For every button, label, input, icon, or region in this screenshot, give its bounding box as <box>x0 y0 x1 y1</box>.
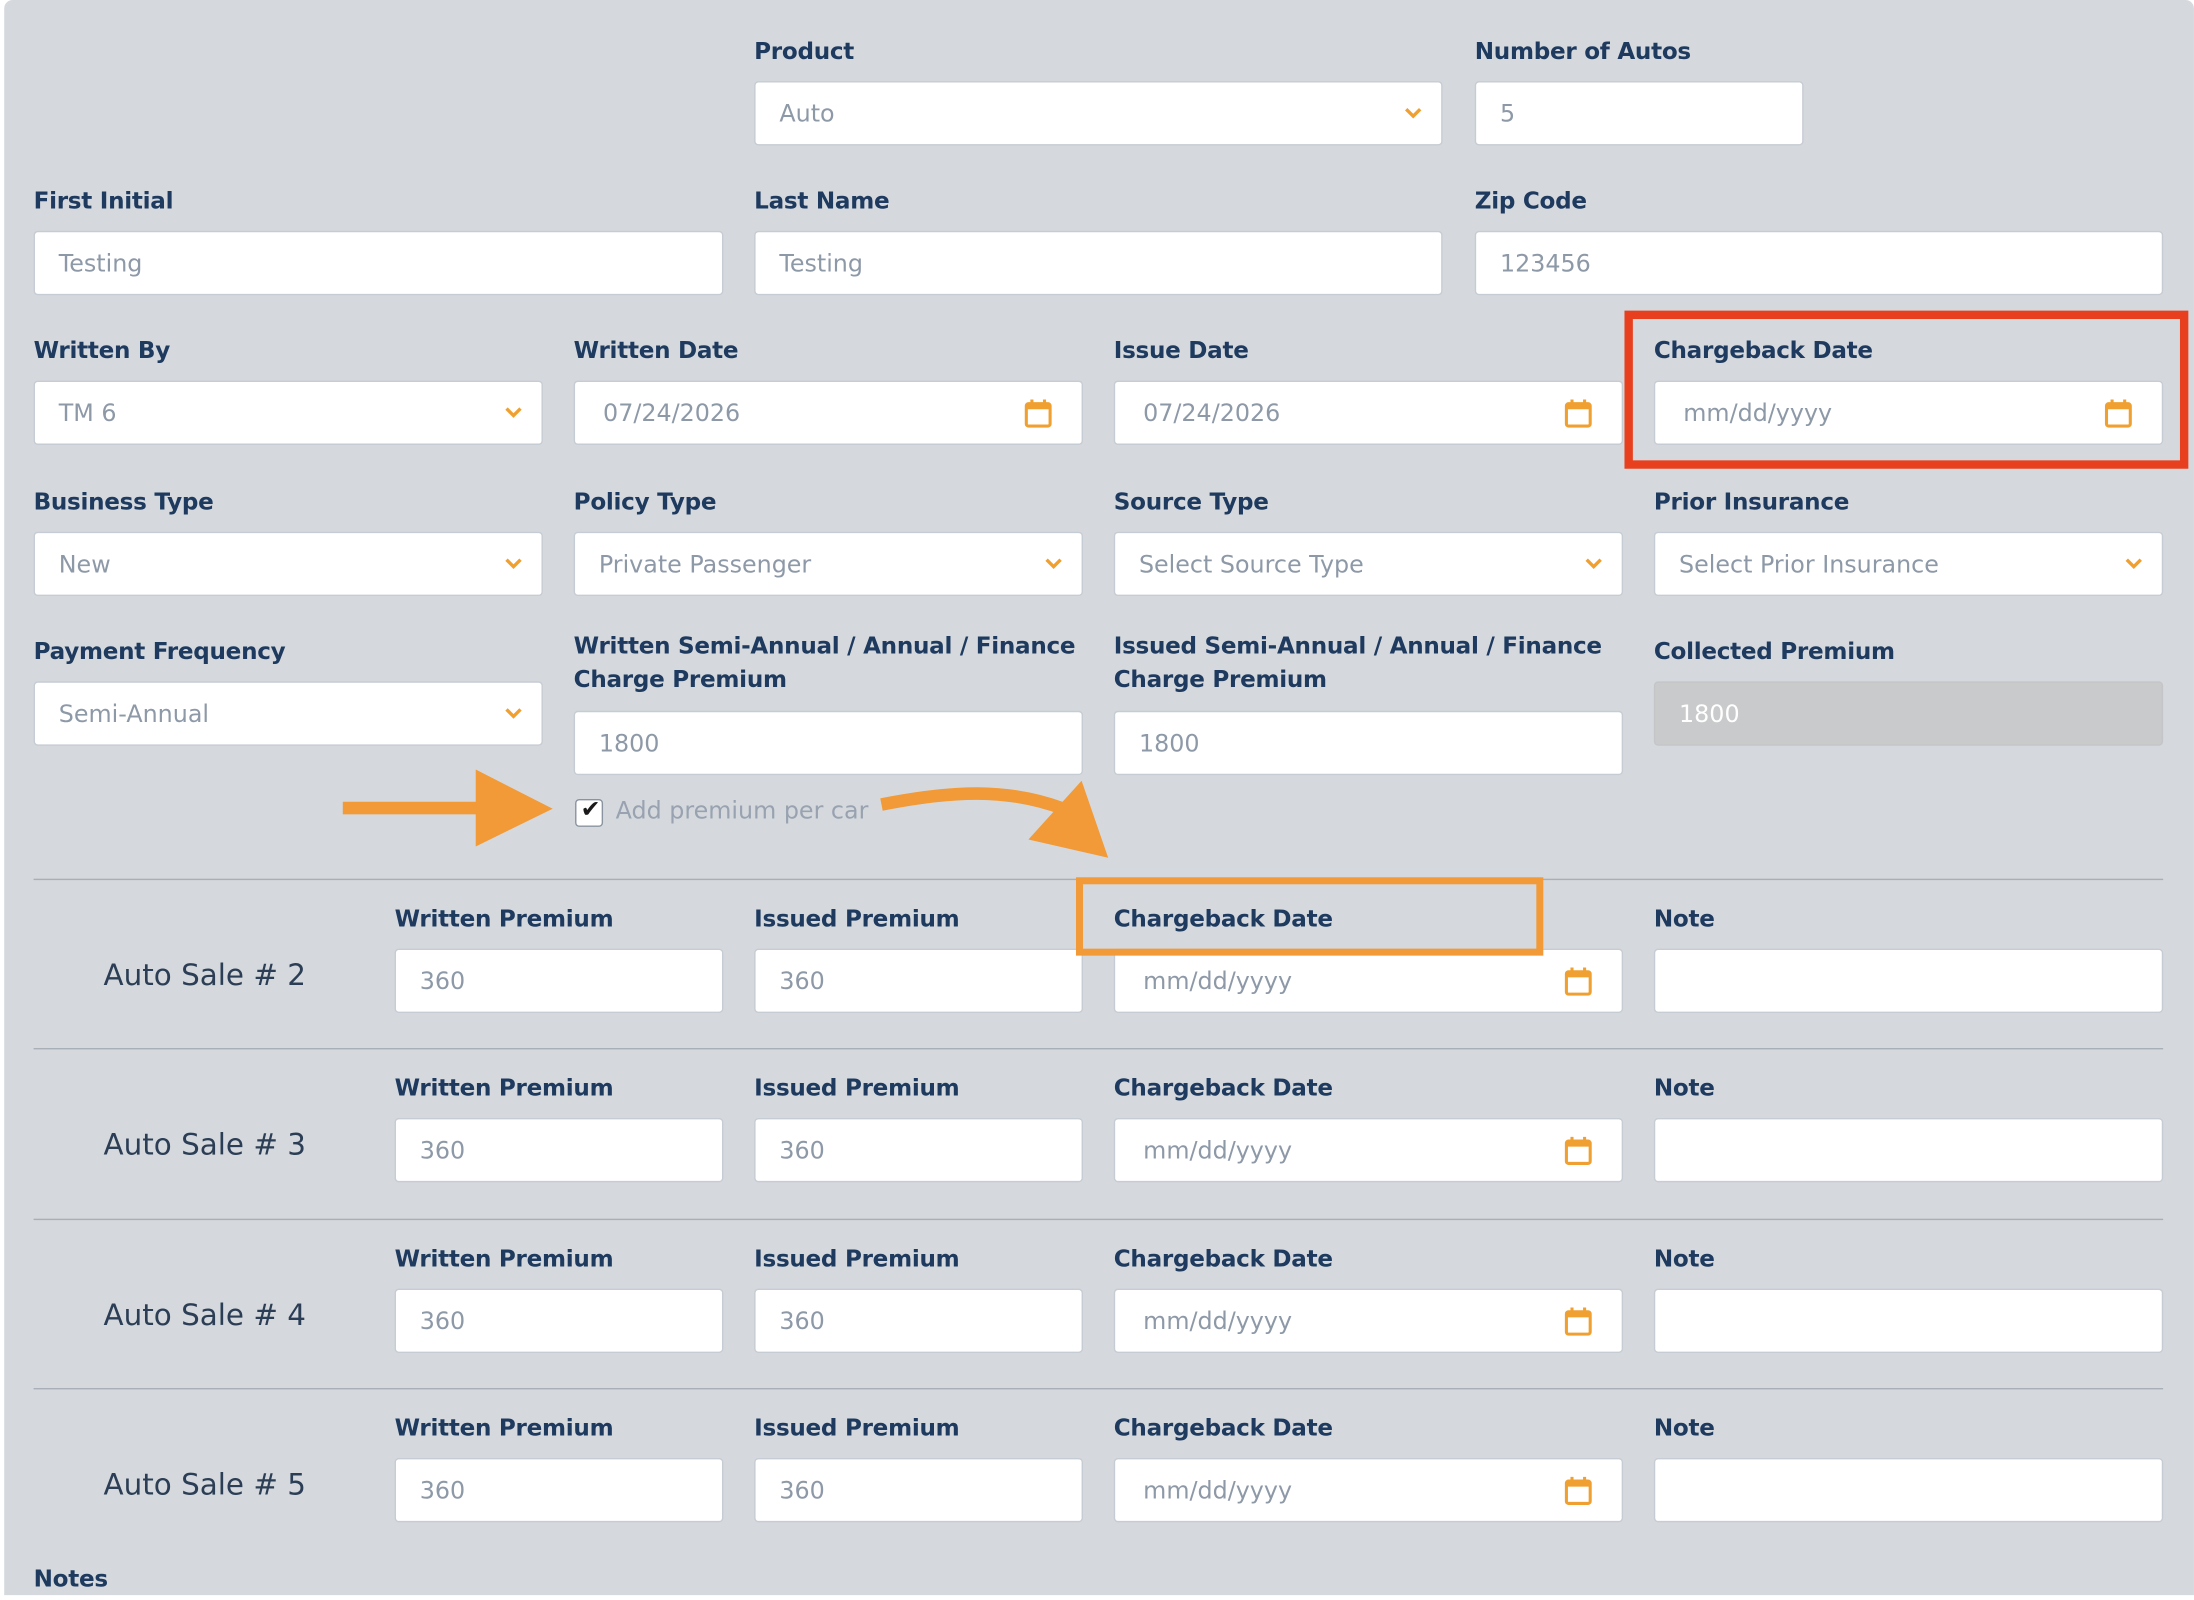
annotation-arrows <box>342 769 1109 858</box>
arrow-right-icon <box>342 769 553 847</box>
curved-arrow-icon <box>880 780 1109 858</box>
form-stage: Product Auto Number of Autos 5 First Ini… <box>0 0 2194 1596</box>
